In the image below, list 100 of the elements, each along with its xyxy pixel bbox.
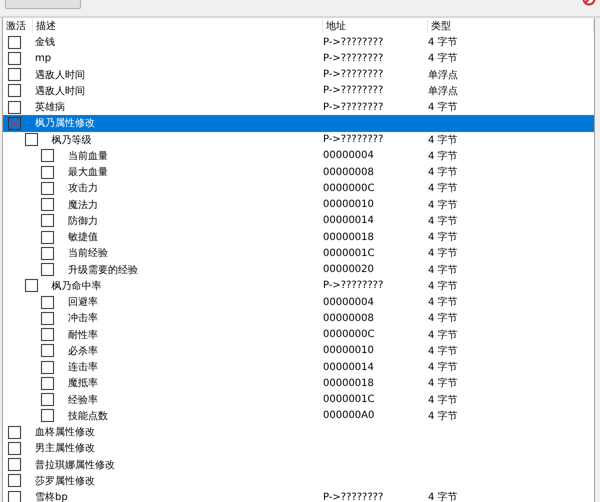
type-cell-text: 4 字节 [428,376,459,390]
address-cell-text: P->???????? [323,102,384,113]
address-cell-text: 00000004 [323,296,375,308]
table-row[interactable]: 敏捷值 00000018 4 字节 [3,229,594,246]
table-row[interactable]: 必杀率 00000010 4 字节 [3,342,594,359]
table-row[interactable]: 雪柊bp P->???????? 4 字节 [3,489,594,502]
table-row[interactable]: 技能点数 000000A0 4 字节 [3,408,594,424]
description-cell-text: 回避率 [68,296,98,310]
description-cell-text: 枫乃属性修改 [35,116,95,130]
checkbox[interactable] [41,393,54,406]
table-row[interactable]: 升级需要的经验 00000020 4 字节 [3,262,594,278]
checkbox[interactable] [41,409,54,422]
checkbox[interactable] [41,246,54,260]
address-cell-text: 0000000C [323,182,376,194]
table-row[interactable]: 连击率 00000014 4 字节 [3,359,594,376]
description-cell-text: 男主属性修改 [35,442,95,456]
address-cell-text: 00000020 [323,264,375,276]
table-row[interactable]: 遇敌人时间 P->???????? 单浮点 [3,82,594,99]
table-row[interactable]: 普拉琪娜属性修改 [3,456,594,473]
checkbox[interactable] [8,84,21,98]
checkbox[interactable] [41,214,54,228]
address-cell-text: P->???????? [323,280,384,292]
checkbox[interactable] [41,166,54,179]
checkbox[interactable] [24,133,38,146]
checkbox[interactable] [41,230,54,244]
table-row[interactable]: 枫乃属性修改 [3,115,594,132]
type-cell-text: 4 字节 [428,394,459,407]
table-row[interactable]: 枫乃等级 P->???????? 4 字节 [3,132,594,148]
column-header[interactable]: 地址 [323,19,428,33]
checkbox[interactable] [41,344,54,358]
checkbox[interactable] [8,474,21,488]
description-cell-text: 攻击力 [68,182,98,196]
checkbox[interactable] [8,68,21,82]
checkbox[interactable] [8,458,21,472]
type-cell-text: 4 字节 [428,36,459,50]
description-cell-text: 当前经验 [68,246,108,260]
table-row[interactable]: 当前经验 0000001C 4 字节 [3,245,594,262]
type-cell-text: 单浮点 [428,68,459,82]
address-cell-text: P->???????? [323,36,384,48]
checkbox[interactable] [41,149,54,162]
checkbox[interactable] [41,198,54,212]
description-cell-text: 必杀率 [68,344,98,358]
description-cell-text: 普拉琪娜属性修改 [35,458,115,472]
type-cell-text: 4 字节 [428,166,459,180]
table-row[interactable]: 莎罗属性修改 [3,472,594,489]
description-cell-text: 防御力 [68,214,98,228]
checkbox[interactable] [8,490,21,502]
description-cell-text: 遇敌人时间 [35,84,85,98]
table-row[interactable]: 金钱 P->???????? 4 字节 [3,34,594,50]
table-row[interactable]: 血柊属性修改 [3,424,594,440]
checkbox[interactable] [8,36,21,49]
type-cell-text: 4 字节 [428,182,459,196]
table-row[interactable]: 男主属性修改 [3,440,594,456]
checkbox[interactable] [41,182,54,195]
address-cell-text: 0000000C [323,329,376,340]
checkbox[interactable] [41,328,54,342]
table-row[interactable]: 魔法力 00000010 4 字节 [3,196,594,213]
checkbox[interactable] [41,312,54,325]
table-row[interactable]: 魔抵率 00000018 4 字节 [3,375,594,392]
table-row[interactable]: 当前血量 00000004 4 字节 [3,148,594,164]
checkbox[interactable] [8,426,21,439]
table-row[interactable]: 最大血量 00000008 4 字节 [3,164,594,180]
checkbox[interactable] [24,279,38,292]
checkbox[interactable] [41,360,54,374]
checkbox[interactable] [8,100,21,114]
description-cell-text: 魔抵率 [68,376,98,390]
address-cell-text: 00000008 [323,312,375,324]
column-header[interactable]: 类型 [428,19,594,33]
description-cell-text: 英雄病 [35,100,65,114]
checkbox[interactable] [41,376,54,390]
table-row[interactable]: 防御力 00000014 4 字节 [3,212,594,229]
table-row[interactable]: 回避率 00000004 4 字节 [3,294,594,310]
table-row[interactable]: 遇敌人时间 P->???????? 单浮点 [3,66,594,83]
table-row[interactable]: 英雄病 P->???????? 4 字节 [3,99,594,116]
type-cell-text: 4 字节 [428,312,459,326]
checkbox[interactable] [41,296,54,309]
checkbox[interactable] [8,442,21,455]
type-cell-text: 4 字节 [428,360,459,374]
table-row[interactable]: 经验率 0000001C 4 字节 [3,392,594,408]
table-row[interactable]: mp P->???????? 4 字节 [3,50,594,66]
description-cell-text: 枫乃命中率 [52,280,102,293]
table-row[interactable]: 攻击力 0000000C 4 字节 [3,180,594,196]
column-header[interactable]: 激活 [3,19,33,33]
type-cell-text: 4 字节 [428,134,459,147]
table-row[interactable]: 枫乃命中率 P->???????? 4 字节 [3,278,594,294]
description-cell-text: 技能点数 [68,410,108,423]
address-cell-text: P->???????? [323,52,384,64]
table-row[interactable]: 耐性率 0000000C 4 字节 [3,326,594,343]
table-row[interactable]: 冲击率 00000008 4 字节 [3,310,594,326]
address-cell-text: 0000001C [323,394,376,406]
checkbox[interactable] [41,263,54,276]
description-cell: mp [35,52,52,64]
address-cell-text: P->???????? [323,85,384,96]
crossed-checkbox[interactable] [8,116,21,130]
type-cell-text: 4 字节 [428,264,459,277]
column-header[interactable]: 描述 [33,19,323,33]
description-cell-text: 当前血量 [68,150,108,163]
checkbox[interactable] [8,52,21,65]
address-cell-text: 00000004 [323,150,375,162]
description-cell-text: 莎罗属性修改 [35,474,95,488]
